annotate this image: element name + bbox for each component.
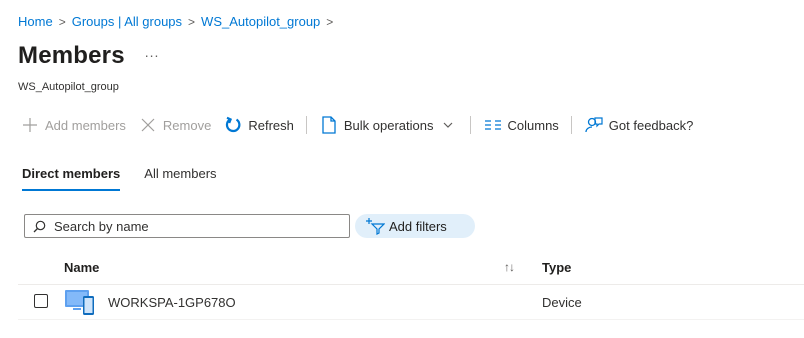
table-row[interactable]: WORKSPA-1GP678O Device xyxy=(18,285,804,320)
column-header-type[interactable]: Type xyxy=(542,260,571,275)
add-members-label: Add members xyxy=(45,117,126,133)
remove-button[interactable]: Remove xyxy=(132,112,217,138)
toolbar-divider xyxy=(305,116,307,134)
columns-button[interactable]: Columns xyxy=(477,112,565,138)
column-header-name[interactable]: Name xyxy=(64,260,99,275)
page-subtitle: WS_Autopilot_group xyxy=(18,81,119,93)
breadcrumb-groups[interactable]: Groups | All groups xyxy=(72,14,182,29)
refresh-icon xyxy=(223,115,243,135)
toolbar-divider xyxy=(469,116,471,134)
search-box xyxy=(24,214,350,238)
breadcrumb-home[interactable]: Home xyxy=(18,14,53,29)
page-title: Members xyxy=(18,42,125,69)
feedback-icon xyxy=(584,115,604,135)
feedback-button[interactable]: Got feedback? xyxy=(578,112,700,138)
title-row: Members ... xyxy=(18,42,159,70)
add-filter-icon xyxy=(365,217,385,235)
tab-all-members[interactable]: All members xyxy=(144,166,216,191)
command-bar: Add members Remove Refresh Bulk operatio… xyxy=(14,112,699,138)
member-tabs: Direct members All members xyxy=(22,166,241,191)
breadcrumb-separator: > xyxy=(58,14,66,29)
columns-icon xyxy=(483,115,503,135)
columns-label: Columns xyxy=(507,117,559,133)
refresh-button[interactable]: Refresh xyxy=(217,112,300,138)
more-options-button[interactable]: ... xyxy=(145,44,160,60)
search-input[interactable] xyxy=(52,217,346,235)
chevron-down-icon xyxy=(438,115,458,135)
search-icon xyxy=(33,220,46,233)
document-icon xyxy=(319,115,339,135)
refresh-label: Refresh xyxy=(248,117,294,133)
add-filters-button[interactable]: Add filters xyxy=(355,214,475,238)
device-type: Device xyxy=(542,294,582,310)
breadcrumb: Home > Groups | All groups > WS_Autopilo… xyxy=(18,14,339,29)
sort-icon[interactable]: ↑↓ xyxy=(504,260,515,274)
breadcrumb-group[interactable]: WS_Autopilot_group xyxy=(201,14,320,29)
table-header: Name ↑↓ Type xyxy=(18,250,804,285)
toolbar-divider xyxy=(570,116,572,134)
breadcrumb-separator: > xyxy=(326,14,334,29)
tab-direct-members[interactable]: Direct members xyxy=(22,166,121,191)
plus-icon xyxy=(20,115,40,135)
breadcrumb-separator: > xyxy=(188,14,196,29)
bulk-operations-button[interactable]: Bulk operations xyxy=(313,112,464,138)
device-icon xyxy=(64,288,96,319)
row-checkbox[interactable] xyxy=(34,294,48,308)
close-icon xyxy=(138,115,158,135)
bulk-operations-label: Bulk operations xyxy=(343,117,434,133)
members-table: Name ↑↓ Type WORKSPA-1GP678O Device xyxy=(18,250,804,320)
add-members-button[interactable]: Add members xyxy=(14,112,132,138)
add-filters-label: Add filters xyxy=(389,218,447,234)
device-name[interactable]: WORKSPA-1GP678O xyxy=(108,295,236,310)
remove-label: Remove xyxy=(162,117,212,133)
feedback-label: Got feedback? xyxy=(608,117,694,133)
